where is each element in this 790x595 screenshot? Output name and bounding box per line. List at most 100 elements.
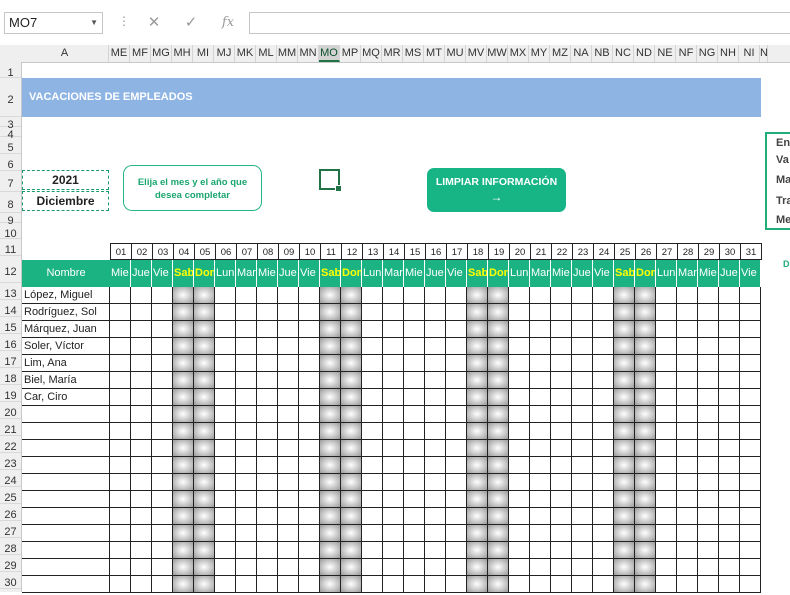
column-header[interactable]: MT bbox=[424, 45, 445, 62]
day-cell[interactable] bbox=[530, 491, 551, 508]
row-header[interactable]: 14 bbox=[0, 300, 21, 317]
row-header[interactable]: 17 bbox=[0, 351, 21, 368]
row-header[interactable]: 16 bbox=[0, 334, 21, 351]
day-cell[interactable] bbox=[362, 457, 383, 474]
day-cell[interactable] bbox=[362, 372, 383, 389]
day-cell[interactable] bbox=[551, 355, 572, 372]
day-cell[interactable] bbox=[278, 406, 299, 423]
day-cell[interactable] bbox=[551, 474, 572, 491]
weekend-cell[interactable] bbox=[320, 389, 341, 406]
day-cell[interactable] bbox=[404, 372, 425, 389]
weekend-cell[interactable] bbox=[173, 287, 194, 304]
day-cell[interactable] bbox=[698, 287, 719, 304]
day-cell[interactable] bbox=[110, 559, 131, 576]
column-header[interactable]: MH bbox=[172, 45, 193, 62]
day-cell[interactable] bbox=[530, 287, 551, 304]
day-cell[interactable] bbox=[656, 321, 677, 338]
day-cell[interactable] bbox=[572, 525, 593, 542]
day-cell[interactable] bbox=[257, 457, 278, 474]
day-cell[interactable] bbox=[215, 321, 236, 338]
weekend-cell[interactable] bbox=[194, 389, 215, 406]
day-cell[interactable] bbox=[446, 559, 467, 576]
weekend-cell[interactable] bbox=[635, 406, 656, 423]
weekend-cell[interactable] bbox=[341, 474, 362, 491]
weekend-cell[interactable] bbox=[635, 423, 656, 440]
weekend-cell[interactable] bbox=[320, 525, 341, 542]
day-cell[interactable] bbox=[572, 423, 593, 440]
day-cell[interactable] bbox=[719, 423, 740, 440]
day-cell[interactable] bbox=[530, 355, 551, 372]
weekend-cell[interactable] bbox=[635, 440, 656, 457]
day-cell[interactable] bbox=[698, 389, 719, 406]
weekend-cell[interactable] bbox=[320, 338, 341, 355]
day-cell[interactable] bbox=[299, 457, 320, 474]
day-cell[interactable] bbox=[215, 423, 236, 440]
day-cell[interactable] bbox=[593, 508, 614, 525]
day-cell[interactable] bbox=[152, 304, 173, 321]
day-cell[interactable] bbox=[278, 440, 299, 457]
day-cell[interactable] bbox=[656, 440, 677, 457]
weekend-cell[interactable] bbox=[467, 406, 488, 423]
day-cell[interactable] bbox=[362, 423, 383, 440]
employee-name[interactable] bbox=[22, 542, 110, 559]
day-cell[interactable] bbox=[257, 321, 278, 338]
day-cell[interactable] bbox=[425, 474, 446, 491]
column-header[interactable]: NF bbox=[676, 45, 697, 62]
day-cell[interactable] bbox=[215, 389, 236, 406]
day-cell[interactable] bbox=[509, 457, 530, 474]
day-cell[interactable] bbox=[677, 304, 698, 321]
weekend-cell[interactable] bbox=[635, 304, 656, 321]
weekend-cell[interactable] bbox=[467, 321, 488, 338]
row-header[interactable]: 2 bbox=[0, 78, 21, 117]
day-cell[interactable] bbox=[740, 355, 761, 372]
day-cell[interactable] bbox=[740, 321, 761, 338]
weekend-cell[interactable] bbox=[467, 525, 488, 542]
day-cell[interactable] bbox=[404, 576, 425, 593]
day-cell[interactable] bbox=[509, 474, 530, 491]
day-cell[interactable] bbox=[677, 576, 698, 593]
weekend-cell[interactable] bbox=[320, 440, 341, 457]
weekend-cell[interactable] bbox=[341, 287, 362, 304]
weekend-cell[interactable] bbox=[635, 542, 656, 559]
day-cell[interactable] bbox=[425, 542, 446, 559]
day-cell[interactable] bbox=[509, 338, 530, 355]
weekend-cell[interactable] bbox=[635, 491, 656, 508]
day-cell[interactable] bbox=[278, 491, 299, 508]
day-cell[interactable] bbox=[551, 457, 572, 474]
column-header[interactable]: NB bbox=[592, 45, 613, 62]
day-cell[interactable] bbox=[362, 525, 383, 542]
day-cell[interactable] bbox=[236, 406, 257, 423]
day-cell[interactable] bbox=[131, 457, 152, 474]
day-cell[interactable] bbox=[236, 321, 257, 338]
day-cell[interactable] bbox=[236, 542, 257, 559]
day-cell[interactable] bbox=[299, 406, 320, 423]
day-cell[interactable] bbox=[131, 525, 152, 542]
weekend-cell[interactable] bbox=[194, 440, 215, 457]
weekend-cell[interactable] bbox=[614, 542, 635, 559]
weekend-cell[interactable] bbox=[467, 474, 488, 491]
day-cell[interactable] bbox=[677, 559, 698, 576]
day-cell[interactable] bbox=[572, 372, 593, 389]
day-cell[interactable] bbox=[719, 389, 740, 406]
day-cell[interactable] bbox=[257, 474, 278, 491]
weekend-cell[interactable] bbox=[194, 338, 215, 355]
column-header[interactable]: NA bbox=[571, 45, 592, 62]
day-cell[interactable] bbox=[677, 491, 698, 508]
day-cell[interactable] bbox=[383, 389, 404, 406]
weekend-cell[interactable] bbox=[635, 338, 656, 355]
day-cell[interactable] bbox=[131, 440, 152, 457]
weekend-cell[interactable] bbox=[614, 559, 635, 576]
day-cell[interactable] bbox=[257, 338, 278, 355]
day-cell[interactable] bbox=[278, 372, 299, 389]
column-header[interactable]: NC bbox=[613, 45, 634, 62]
row-header[interactable]: 12 bbox=[0, 256, 21, 283]
day-cell[interactable] bbox=[551, 491, 572, 508]
day-cell[interactable] bbox=[656, 287, 677, 304]
day-cell[interactable] bbox=[425, 423, 446, 440]
weekend-cell[interactable] bbox=[467, 389, 488, 406]
day-cell[interactable] bbox=[236, 474, 257, 491]
day-cell[interactable] bbox=[215, 440, 236, 457]
row-header[interactable]: 22 bbox=[0, 436, 21, 453]
column-header[interactable]: MY bbox=[529, 45, 550, 62]
day-cell[interactable] bbox=[677, 457, 698, 474]
